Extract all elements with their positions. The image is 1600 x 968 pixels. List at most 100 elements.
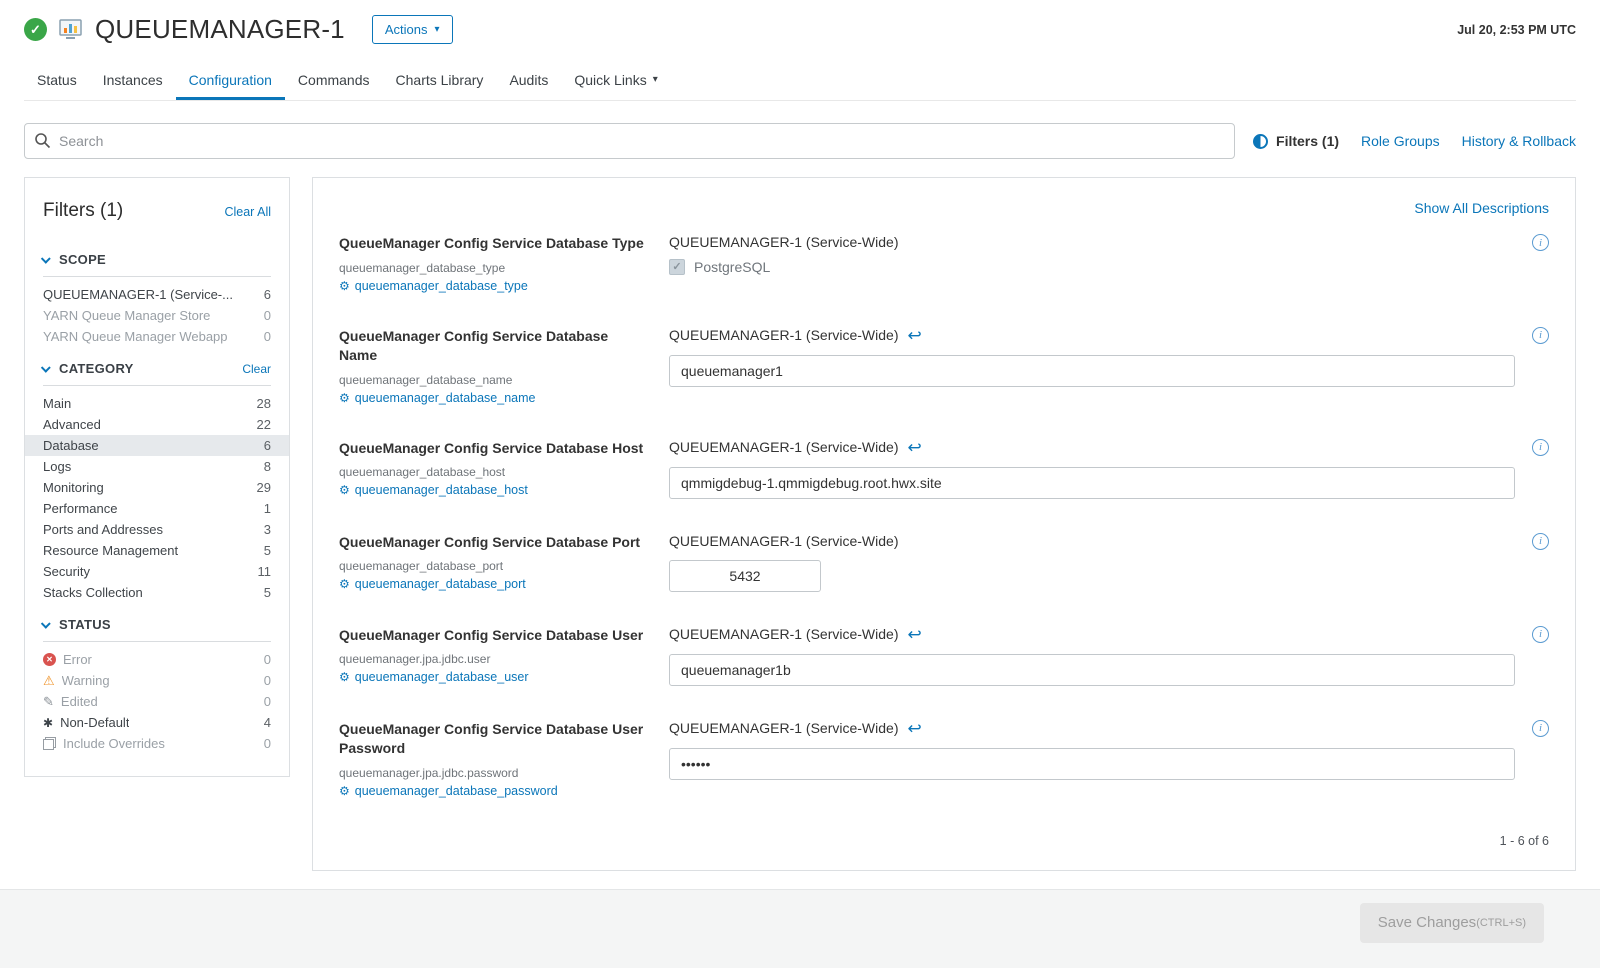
undo-icon[interactable]: ↩ [907, 626, 921, 643]
category-item-advanced[interactable]: Advanced 22 [25, 414, 289, 435]
save-changes-button[interactable]: Save Changes(CTRL+S) [1360, 903, 1544, 943]
scope-section-title: SCOPE [59, 252, 106, 267]
category-item-logs[interactable]: Logs 8 [25, 456, 289, 477]
non-default-icon: ✱ [43, 717, 53, 729]
scope-section-header[interactable]: SCOPE [43, 240, 271, 277]
status-item-include-overrides[interactable]: Include Overrides 0 [25, 733, 289, 754]
title-row: ✓ QUEUEMANAGER-1 Actions ▾ Jul 20, 2:53 … [24, 14, 1576, 45]
config-title: QueueManager Config Service Database Use… [339, 626, 649, 646]
config-api-name: queuemanager_database_port [339, 559, 649, 573]
config-api-name: queuemanager.jpa.jdbc.password [339, 766, 649, 780]
show-all-descriptions-link[interactable]: Show All Descriptions [1414, 200, 1549, 216]
config-row-database-name: QueueManager Config Service Database Nam… [313, 313, 1575, 425]
database-port-input[interactable] [669, 560, 821, 592]
category-item-database[interactable]: Database 6 [25, 435, 289, 456]
scope-item-label: YARN Queue Manager Webapp [43, 329, 228, 344]
gear-icon: ⚙ [339, 671, 350, 683]
gear-icon: ⚙ [339, 785, 350, 797]
status-item-warning[interactable]: ⚠ Warning 0 [25, 670, 289, 691]
config-api-link[interactable]: queuemanager_database_name [355, 391, 536, 405]
category-item-monitoring[interactable]: Monitoring 29 [25, 477, 289, 498]
database-user-input[interactable] [669, 654, 1515, 686]
include-overrides-icon [43, 737, 56, 750]
config-title: QueueManager Config Service Database Por… [339, 533, 649, 553]
status-item-edited[interactable]: ✎ Edited 0 [25, 691, 289, 712]
tab-status[interactable]: Status [24, 61, 90, 100]
undo-icon[interactable]: ↩ [907, 439, 921, 456]
config-row-database-port: QueueManager Config Service Database Por… [313, 519, 1575, 612]
status-item-non-default[interactable]: ✱ Non-Default 4 [25, 712, 289, 733]
config-scope-label: QUEUEMANAGER-1 (Service-Wide) [669, 720, 898, 736]
category-item-ports-and-addresses[interactable]: Ports and Addresses 3 [25, 519, 289, 540]
config-api-link[interactable]: queuemanager_database_type [355, 279, 528, 293]
footer-bar: Save Changes(CTRL+S) [0, 889, 1600, 968]
scope-item[interactable]: QUEUEMANAGER-1 (Service-... 6 [25, 284, 289, 305]
config-row-database-user: QueueManager Config Service Database Use… [313, 612, 1575, 706]
scope-item[interactable]: YARN Queue Manager Webapp 0 [25, 326, 289, 347]
info-icon[interactable]: i [1532, 626, 1549, 643]
scope-item[interactable]: YARN Queue Manager Store 0 [25, 305, 289, 326]
tab-commands[interactable]: Commands [285, 61, 383, 100]
search-toolbar: Filters (1) Role Groups History & Rollba… [0, 101, 1600, 175]
info-icon[interactable]: i [1532, 327, 1549, 344]
error-icon: ✕ [43, 653, 56, 666]
database-password-input[interactable] [669, 748, 1515, 780]
status-section-header[interactable]: STATUS [43, 605, 271, 642]
config-panel: Show All Descriptions QueueManager Confi… [312, 177, 1576, 871]
config-api-name: queuemanager_database_host [339, 465, 649, 479]
config-api-link[interactable]: queuemanager_database_password [355, 784, 558, 798]
tab-quick-links[interactable]: Quick Links ▾ [561, 61, 670, 100]
category-item-stacks-collection[interactable]: Stacks Collection 5 [25, 582, 289, 603]
gear-icon: ⚙ [339, 280, 350, 292]
info-icon[interactable]: i [1532, 720, 1549, 737]
info-icon[interactable]: i [1532, 234, 1549, 251]
tab-charts-library[interactable]: Charts Library [383, 61, 497, 100]
history-rollback-link[interactable]: History & Rollback [1462, 133, 1576, 149]
clear-all-link[interactable]: Clear All [224, 205, 271, 219]
tab-configuration[interactable]: Configuration [176, 61, 285, 100]
search-input[interactable] [24, 123, 1235, 159]
config-scope-label: QUEUEMANAGER-1 (Service-Wide) [669, 626, 898, 642]
tab-instances[interactable]: Instances [90, 61, 176, 100]
database-host-input[interactable] [669, 467, 1515, 499]
config-title: QueueManager Config Service Database Use… [339, 720, 649, 759]
tab-audits[interactable]: Audits [496, 61, 561, 100]
actions-label: Actions [385, 22, 428, 37]
category-item-resource-management[interactable]: Resource Management 5 [25, 540, 289, 561]
filters-toggle-label: Filters (1) [1276, 133, 1339, 149]
config-api-name: queuemanager_database_type [339, 261, 649, 275]
category-item-performance[interactable]: Performance 1 [25, 498, 289, 519]
undo-icon[interactable]: ↩ [907, 720, 921, 737]
category-item-security[interactable]: Security 11 [25, 561, 289, 582]
category-item-main[interactable]: Main 28 [25, 393, 289, 414]
chevron-down-icon [41, 254, 51, 264]
quick-links-label: Quick Links [574, 72, 646, 88]
config-scope-label: QUEUEMANAGER-1 (Service-Wide) [669, 533, 898, 549]
config-api-link[interactable]: queuemanager_database_host [355, 483, 528, 497]
chevron-down-icon: ▾ [434, 25, 439, 35]
service-icon [58, 18, 84, 41]
category-clear-link[interactable]: Clear [242, 362, 271, 376]
database-name-input[interactable] [669, 355, 1515, 387]
info-icon[interactable]: i [1532, 439, 1549, 456]
config-title: QueueManager Config Service Database Hos… [339, 439, 649, 459]
config-scope-label: QUEUEMANAGER-1 (Service-Wide) [669, 234, 898, 250]
config-title: QueueManager Config Service Database Nam… [339, 327, 649, 366]
checkbox-label: PostgreSQL [694, 259, 770, 275]
page-title: QUEUEMANAGER-1 [95, 14, 345, 45]
actions-button[interactable]: Actions ▾ [372, 15, 453, 44]
role-groups-link[interactable]: Role Groups [1361, 133, 1440, 149]
config-api-link[interactable]: queuemanager_database_user [355, 670, 529, 684]
filters-toggle[interactable]: Filters (1) [1253, 133, 1339, 149]
status-item-error[interactable]: ✕ Error 0 [25, 649, 289, 670]
status-section-title: STATUS [59, 617, 111, 632]
health-good-icon: ✓ [24, 18, 47, 41]
postgresql-checkbox[interactable]: ✓ [669, 259, 685, 275]
scope-item-label: YARN Queue Manager Store [43, 308, 210, 323]
search-box [24, 123, 1235, 159]
category-section-header[interactable]: CATEGORY Clear [43, 349, 271, 386]
info-icon[interactable]: i [1532, 533, 1549, 550]
undo-icon[interactable]: ↩ [907, 327, 921, 344]
config-api-link[interactable]: queuemanager_database_port [355, 577, 526, 591]
config-title: QueueManager Config Service Database Typ… [339, 234, 649, 254]
